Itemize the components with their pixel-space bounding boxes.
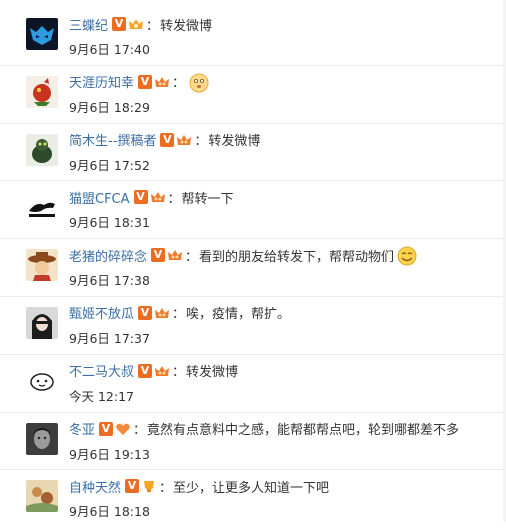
- username-link[interactable]: 冬亚: [69, 419, 95, 438]
- comment-timestamp: 9月6日 18:29: [69, 99, 150, 115]
- comment-line: 冬亚 V ：竟然有点意料中之感，能帮都帮点吧，轮到哪都差不多: [69, 419, 496, 439]
- member-crown-icon: [176, 133, 192, 147]
- username-link[interactable]: 老猪的碎碎念: [69, 246, 147, 265]
- comment-item: 冬亚 V ：竟然有点意料中之感，能帮都帮点吧，轮到哪都差不多 9月6日 19:13: [0, 413, 506, 471]
- verified-v-icon: V: [160, 132, 175, 147]
- comment-text: 转发微博: [160, 18, 213, 34]
- comment-line: 不二马大叔 V ：转发微博: [69, 361, 496, 381]
- verified-v-icon: V: [99, 421, 114, 436]
- comment-list: 三蝶纪 V：转发微博 9月6日 17:40 天涯历知幸 V： 9月6日 18:29 简木生-…: [0, 8, 506, 528]
- comment-item: 简木生--撰稿者 V ：转发微博 9月6日 17:52: [0, 124, 506, 182]
- member-crown-icon: [154, 75, 170, 89]
- comment-timestamp: 9月6日 19:13: [69, 446, 150, 462]
- verified-v-icon: V: [112, 17, 127, 31]
- member-crown-icon: [115, 422, 131, 436]
- comment-timestamp: 今天 12:17: [69, 388, 134, 404]
- comment-item: 不二马大叔 V ：转发微博今天 12:17: [0, 355, 506, 413]
- comment-line: 猫盟CFCA V ：帮转一下: [69, 187, 496, 207]
- comment-timestamp: 9月6日 18:31: [69, 215, 150, 231]
- member-crown-icon: [141, 479, 157, 493]
- comment-timestamp: 9月6日 18:18: [69, 504, 150, 520]
- comment-text: 竟然有点意料中之感，能帮都帮点吧，轮到哪都差不多: [147, 423, 460, 439]
- dark-hair-avatar[interactable]: [26, 306, 58, 339]
- comment-item: 老猪的碎碎念 V ：看到的朋友给转发下，帮帮动物们 9月6日 17:38: [0, 239, 506, 297]
- comment-text: 帮转一下: [181, 191, 234, 207]
- verified-v-icon: V: [151, 248, 166, 263]
- smile-emoji-icon: [397, 246, 417, 266]
- colon-separator: ：: [133, 423, 147, 439]
- member-crown-icon: [154, 306, 170, 320]
- comment-timestamp: 9月6日 17:37: [69, 330, 150, 346]
- colon-separator: ：: [172, 307, 186, 323]
- member-crown-icon: [128, 17, 144, 31]
- comment-item: 天涯历知幸 V ： 9月6日 18:29: [0, 66, 506, 124]
- red-dragon-avatar[interactable]: [26, 75, 58, 108]
- username-link[interactable]: 自种天然: [69, 477, 121, 496]
- comment-timestamp: 9月6日 17:38: [69, 273, 150, 289]
- username-link[interactable]: 不二马大叔: [69, 361, 134, 380]
- verified-v-icon: V: [138, 74, 153, 89]
- username-link[interactable]: 简木生--撰稿者: [69, 130, 156, 149]
- leopard-logo-avatar[interactable]: [26, 191, 58, 224]
- verified-v-icon: V: [138, 363, 153, 378]
- comment-line: 简木生--撰稿者 V ：转发微博: [69, 130, 496, 150]
- member-crown-icon: [150, 190, 166, 204]
- colon-separator: ：: [194, 134, 208, 150]
- painting-avatar[interactable]: [26, 480, 58, 513]
- comment-text: 看到的朋友给转发下，帮帮动物们: [199, 249, 395, 265]
- colon-separator: ：: [167, 191, 181, 207]
- colon-separator: ：: [172, 365, 186, 381]
- green-creature-avatar[interactable]: [26, 133, 58, 166]
- username-link[interactable]: 三蝶纪: [69, 15, 108, 34]
- colon-separator: ：: [159, 480, 173, 496]
- member-crown-icon: [154, 364, 170, 378]
- blue-mask-avatar[interactable]: [26, 18, 58, 50]
- comment-text: 唉，疫情，帮扩。: [186, 307, 291, 323]
- top-tab-strip: [0, 0, 506, 8]
- sketch-sheep-avatar[interactable]: [26, 364, 58, 397]
- comment-text: 至少，让更多人知道一下吧: [173, 480, 330, 496]
- comment-timestamp: 9月6日 17:40: [69, 42, 150, 57]
- comment-line: 三蝶纪 V ：转发微博: [69, 14, 496, 34]
- comment-line: 甄姬不放瓜 V ：唉，疫情，帮扩。: [69, 303, 496, 323]
- verified-v-icon: V: [138, 305, 153, 320]
- colon-separator: ：: [172, 76, 186, 92]
- comment-timestamp: 9月6日 17:52: [69, 157, 150, 173]
- colon-separator: ：: [185, 249, 199, 265]
- username-link[interactable]: 猫盟CFCA: [69, 188, 130, 207]
- comment-text: 转发微博: [208, 134, 261, 150]
- comment-item: 自种天然 V ：至少，让更多人知道一下吧 9月6日 18:18: [0, 470, 506, 528]
- verified-v-icon: V: [125, 479, 140, 494]
- verified-v-icon: V: [133, 190, 148, 205]
- member-crown-icon: [167, 248, 183, 262]
- comment-line: 老猪的碎碎念 V ：看到的朋友给转发下，帮帮动物们: [69, 245, 496, 266]
- username-link[interactable]: 天涯历知幸: [69, 72, 134, 91]
- gray-portrait-avatar[interactable]: [26, 422, 58, 455]
- comment-item: 甄姬不放瓜 V ：唉，疫情，帮扩。 9月6日 17:37: [0, 297, 506, 355]
- comment-item: 三蝶纪 V ：转发微博 9月6日 17:40: [0, 8, 506, 66]
- username-link[interactable]: 甄姬不放瓜: [69, 303, 134, 322]
- comment-line: 自种天然 V ：至少，让更多人知道一下吧: [69, 476, 496, 496]
- comment-line: 天涯历知幸 V ：: [69, 72, 496, 93]
- comment-text: 转发微博: [186, 365, 239, 381]
- face-emoji-icon: [189, 73, 209, 93]
- comment-item: 猫盟CFCA V ：帮转一下 9月6日 18:31: [0, 181, 506, 240]
- colon-separator: ：: [146, 18, 160, 34]
- hat-character-avatar[interactable]: [26, 249, 58, 282]
